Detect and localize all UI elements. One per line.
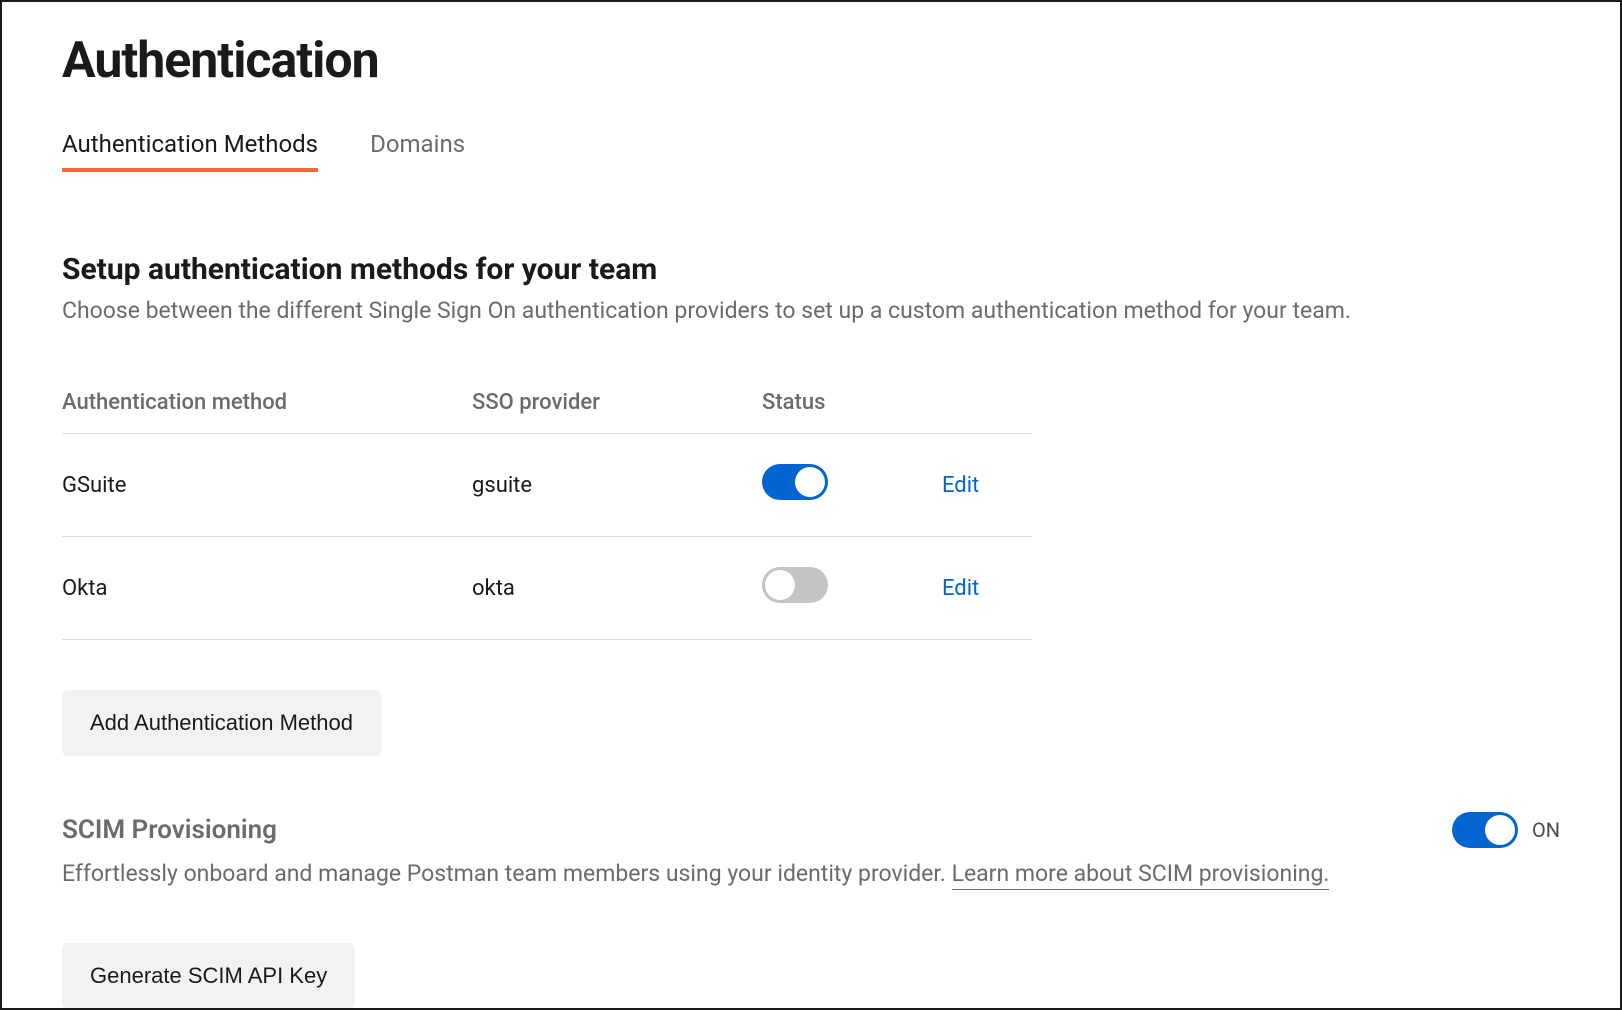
auth-section-subheading: Choose between the different Single Sign… bbox=[62, 297, 1560, 324]
edit-link[interactable]: Edit bbox=[942, 576, 979, 601]
cell-method: GSuite bbox=[62, 434, 472, 537]
col-header-method: Authentication method bbox=[62, 390, 472, 434]
col-header-action bbox=[942, 390, 1032, 434]
scim-toggle-group: ON bbox=[1452, 812, 1560, 848]
tab-authentication-methods[interactable]: Authentication Methods bbox=[62, 130, 318, 172]
scim-toggle-label: ON bbox=[1532, 818, 1560, 842]
cell-provider: gsuite bbox=[472, 434, 762, 537]
status-toggle-off[interactable] bbox=[762, 567, 828, 603]
tab-domains[interactable]: Domains bbox=[370, 130, 465, 172]
auth-methods-table: Authentication method SSO provider Statu… bbox=[62, 390, 1032, 640]
add-authentication-method-button[interactable]: Add Authentication Method bbox=[62, 690, 381, 756]
auth-section-heading: Setup authentication methods for your te… bbox=[62, 252, 1560, 287]
scim-heading: SCIM Provisioning bbox=[62, 815, 277, 845]
col-header-provider: SSO provider bbox=[472, 390, 762, 434]
cell-status bbox=[762, 434, 942, 537]
table-row: GSuite gsuite Edit bbox=[62, 434, 1032, 537]
table-row: Okta okta Edit bbox=[62, 537, 1032, 640]
generate-scim-api-key-button[interactable]: Generate SCIM API Key bbox=[62, 943, 355, 1009]
scim-description-text: Effortlessly onboard and manage Postman … bbox=[62, 860, 952, 887]
status-toggle-on[interactable] bbox=[762, 464, 828, 500]
tabs-container: Authentication Methods Domains bbox=[62, 130, 1560, 172]
scim-learn-more-link[interactable]: Learn more about SCIM provisioning. bbox=[952, 860, 1330, 890]
scim-header-row: SCIM Provisioning ON bbox=[62, 812, 1560, 848]
edit-link[interactable]: Edit bbox=[942, 473, 979, 498]
cell-method: Okta bbox=[62, 537, 472, 640]
scim-toggle[interactable] bbox=[1452, 812, 1518, 848]
cell-provider: okta bbox=[472, 537, 762, 640]
scim-description: Effortlessly onboard and manage Postman … bbox=[62, 860, 1560, 887]
cell-status bbox=[762, 537, 942, 640]
page-title: Authentication bbox=[62, 32, 1560, 90]
col-header-status: Status bbox=[762, 390, 942, 434]
